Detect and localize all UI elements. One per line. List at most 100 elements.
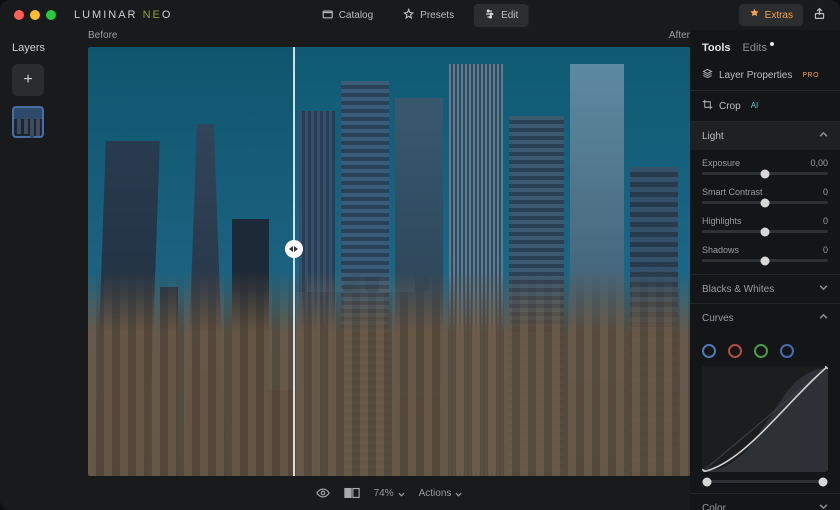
edit-segment: Edit — [474, 4, 528, 27]
smart-contrast-slider-row: Smart Contrast 0 — [690, 183, 840, 212]
extras-icon — [749, 8, 760, 22]
window-close-button[interactable] — [14, 10, 24, 20]
shadows-slider[interactable] — [702, 259, 828, 262]
color-row[interactable]: Color — [690, 493, 840, 510]
app-brand: LUMINAR NEO — [74, 9, 172, 21]
curves-range-slider[interactable] — [702, 480, 828, 483]
exposure-value: 0,00 — [810, 158, 828, 168]
highlights-label: Highlights — [702, 216, 742, 226]
blacks-whites-row[interactable]: Blacks & Whites — [690, 274, 840, 303]
edit-label: Edit — [501, 10, 518, 21]
exposure-slider[interactable] — [702, 172, 828, 175]
chevron-down-icon — [398, 490, 405, 497]
layer-properties-row[interactable]: Layer Properties PRO — [690, 60, 840, 90]
compare-mode-button[interactable] — [344, 487, 360, 499]
crop-label: Crop — [719, 101, 741, 112]
layer-properties-label: Layer Properties — [719, 70, 792, 81]
slider-knob[interactable] — [761, 169, 770, 178]
right-panel: Tools Edits Layer Properties PRO — [690, 30, 840, 510]
zoom-value: 74% — [374, 488, 394, 499]
catalog-button[interactable]: Catalog — [312, 4, 383, 27]
chevron-down-icon — [455, 490, 462, 497]
crop-row[interactable]: Crop AI — [690, 90, 840, 121]
catalog-icon — [322, 8, 334, 23]
after-label: After — [669, 30, 690, 41]
brand-text-b: NE — [138, 9, 162, 21]
compare-labels: Before After — [88, 30, 690, 47]
titlebar-right: Extras — [739, 4, 826, 26]
compare-slider-handle[interactable] — [285, 240, 303, 258]
compare-slider[interactable] — [293, 47, 295, 476]
mode-switcher: Catalog Presets Edit — [312, 4, 529, 27]
highlights-slider[interactable] — [702, 230, 828, 233]
curve-channel-red[interactable] — [728, 344, 742, 358]
actions-selector[interactable]: Actions — [419, 488, 463, 499]
center-column: Before After — [88, 30, 690, 510]
light-section-header[interactable]: Light — [690, 121, 840, 150]
chevron-down-icon — [819, 502, 828, 510]
chevron-down-icon — [819, 283, 828, 295]
before-label: Before — [88, 30, 117, 41]
light-label: Light — [702, 131, 724, 142]
chevron-up-icon — [819, 130, 828, 142]
actions-label: Actions — [419, 488, 452, 499]
layers-icon — [702, 68, 713, 82]
curve-channel-green[interactable] — [754, 344, 768, 358]
add-layer-button[interactable]: + — [12, 64, 44, 96]
layer-thumbnail[interactable] — [12, 106, 44, 138]
tab-edits[interactable]: Edits — [743, 42, 774, 54]
catalog-label: Catalog — [339, 10, 373, 21]
chevron-left-icon — [289, 246, 293, 252]
window-maximize-button[interactable] — [46, 10, 56, 20]
slider-knob-white[interactable] — [818, 477, 827, 486]
presets-icon — [403, 8, 415, 23]
color-label: Color — [702, 503, 726, 510]
chevron-up-icon — [819, 312, 828, 324]
exposure-label: Exposure — [702, 158, 740, 168]
titlebar: LUMINAR NEO Catalog Presets — [0, 0, 840, 30]
app-window: LUMINAR NEO Catalog Presets — [0, 0, 840, 510]
highlights-slider-row: Highlights 0 — [690, 212, 840, 241]
edit-icon — [484, 8, 496, 23]
curve-channel-blue[interactable] — [780, 344, 794, 358]
shadows-value: 0 — [823, 245, 828, 255]
slider-knob-black[interactable] — [703, 477, 712, 486]
exposure-slider-row: Exposure 0,00 — [690, 154, 840, 183]
brand-text-a: LUMINAR — [74, 9, 138, 21]
building-foreground — [88, 270, 690, 476]
extras-button[interactable]: Extras — [739, 4, 803, 26]
light-sliders: Exposure 0,00 Smart Contrast 0 Highlight… — [690, 150, 840, 274]
brand-text-c: O — [162, 9, 173, 21]
ai-badge: AI — [751, 101, 759, 110]
slider-knob[interactable] — [761, 256, 770, 265]
crop-icon — [702, 99, 713, 113]
presets-button[interactable]: Presets — [393, 4, 464, 27]
bottom-toolbar: 74% Actions — [88, 476, 690, 510]
chevron-right-icon — [294, 246, 298, 252]
right-tabs: Tools Edits — [690, 30, 840, 60]
tab-tools[interactable]: Tools — [702, 42, 731, 54]
curve-channel-dots — [702, 344, 828, 358]
smart-contrast-value: 0 — [823, 187, 828, 197]
smart-contrast-slider[interactable] — [702, 201, 828, 204]
edits-indicator-dot — [770, 42, 774, 46]
zoom-selector[interactable]: 74% — [374, 488, 405, 499]
curves-graph[interactable] — [702, 366, 828, 472]
layers-panel: Layers + — [0, 30, 88, 510]
edit-button[interactable]: Edit — [474, 4, 528, 27]
curves-header[interactable]: Curves — [690, 303, 840, 332]
image-canvas[interactable] — [88, 47, 690, 476]
body: Layers + Before After — [0, 30, 840, 510]
slider-knob[interactable] — [761, 227, 770, 236]
toggle-preview-button[interactable] — [316, 486, 330, 500]
smart-contrast-label: Smart Contrast — [702, 187, 763, 197]
share-button[interactable] — [813, 7, 826, 23]
shadows-slider-row: Shadows 0 — [690, 241, 840, 270]
blacks-whites-label: Blacks & Whites — [702, 284, 774, 295]
window-minimize-button[interactable] — [30, 10, 40, 20]
highlights-value: 0 — [823, 216, 828, 226]
shadows-label: Shadows — [702, 245, 739, 255]
curve-channel-luma[interactable] — [702, 344, 716, 358]
slider-knob[interactable] — [761, 198, 770, 207]
window-controls — [14, 10, 56, 20]
